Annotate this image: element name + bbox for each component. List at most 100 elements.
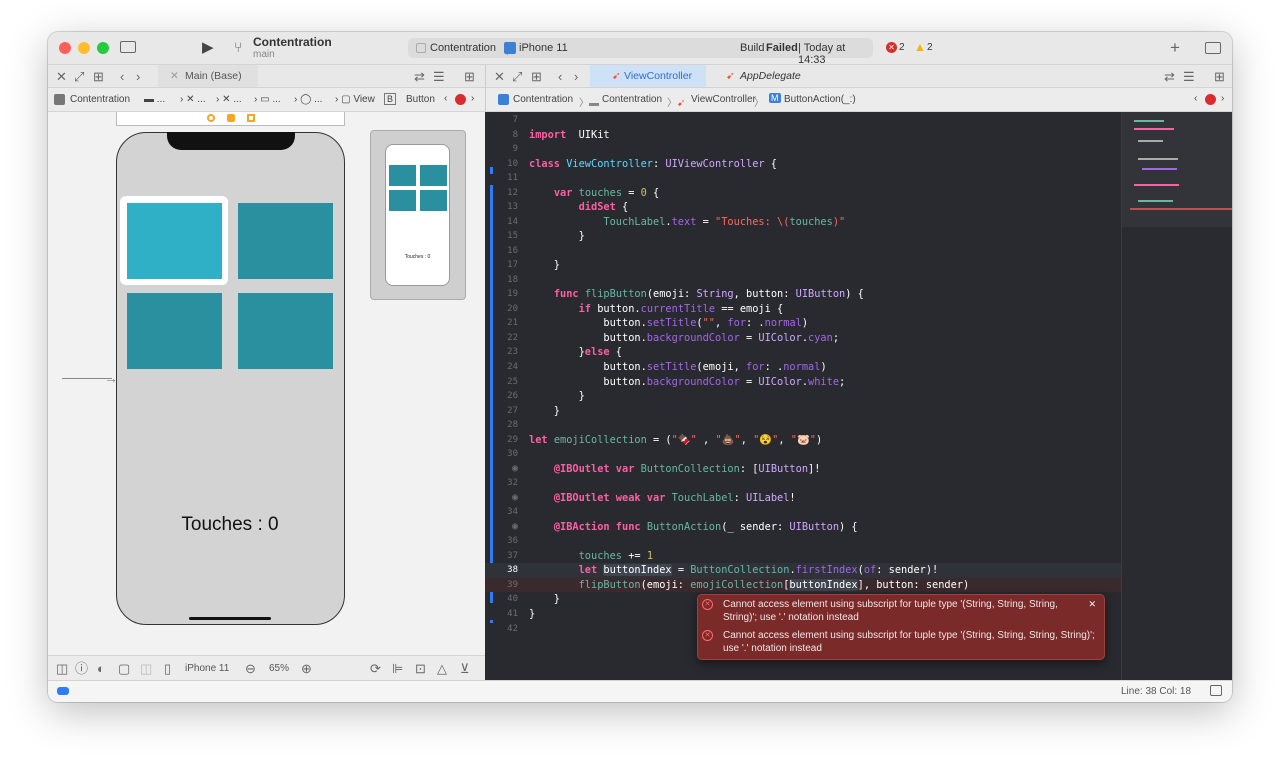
iphone-scene[interactable]: Touches : 0 [116,132,345,625]
resolve-issues-icon[interactable]: △ [437,662,447,675]
navigator-toggle-icon[interactable] [120,41,136,53]
crumb-folder[interactable]: Contentration [602,94,662,105]
error-message[interactable]: ✕ Cannot access element using subscript … [702,630,1102,655]
code-line[interactable]: 17 } [485,258,1121,273]
code-line[interactable]: 19 func flipButton(emoji: String, button… [485,287,1121,302]
device-name[interactable]: iPhone 11 [519,42,568,54]
crumb-folder[interactable]: ... [157,94,165,105]
code-line[interactable]: 8 import UIKit [485,128,1121,143]
card-button-1[interactable] [127,203,222,279]
appearance-icon[interactable]: ◐ [97,662,105,675]
code-line[interactable]: 16 [485,244,1121,259]
update-frames-icon[interactable]: ⟳ [370,662,381,675]
tab-main-storyboard[interactable]: ✕ Main (Base) [158,65,258,87]
document-outline-icon[interactable]: ◫ [56,662,68,675]
related-items-icon[interactable]: ⇄ [1164,70,1175,83]
crumb-file[interactable]: ViewController [691,94,756,105]
code-line[interactable]: 29 let emojiCollection = ("🍫" , "💩", "😵",… [485,433,1121,448]
crumb-safe-area[interactable]: ... [314,94,322,105]
crumb-scene[interactable]: ... [197,94,205,105]
code-line[interactable]: ◉ @IBOutlet var ButtonCollection: [UIBut… [485,462,1121,477]
code-line[interactable]: 25 button.backgroundColor = UIColor.whit… [485,375,1121,390]
device-selector[interactable]: iPhone 11 [185,663,229,674]
forward-icon[interactable]: › [136,70,140,83]
code-line[interactable]: 10 class ViewController: UIViewController… [485,157,1121,172]
minimap[interactable] [1121,112,1232,680]
crumb-project[interactable]: Contentration [70,94,130,105]
first-responder-icon[interactable] [207,114,215,122]
code-line[interactable]: ◉ @IBAction func ButtonAction(_ sender: … [485,520,1121,535]
exit-icon[interactable] [247,114,255,122]
prev-issue-icon[interactable]: ‹ [1194,93,1197,104]
next-issue-icon[interactable]: › [471,93,474,104]
code-line[interactable]: 34 [485,505,1121,520]
error-icon[interactable] [455,94,466,105]
embed-in-icon[interactable]: ⊻ [460,662,470,675]
warning-icon[interactable]: ▲ [914,40,926,54]
expand-icon[interactable]: ⤢ [512,70,522,83]
split-editor-icon[interactable]: ⊞ [1214,70,1225,83]
close-icon[interactable]: ✕ [56,70,67,83]
touches-label[interactable]: Touches : 0 [117,514,343,536]
code-line[interactable]: ◉ @IBOutlet weak var TouchLabel: UILabel… [485,491,1121,506]
split-editor-icon[interactable]: ⊞ [464,70,475,83]
crumb-view[interactable]: View [353,94,375,105]
next-issue-icon[interactable]: › [1221,93,1224,104]
crumb-method[interactable]: ButtonAction(_:) [784,94,856,105]
close-icon[interactable]: ✕ [494,70,505,83]
device-icon[interactable]: ▯ [164,662,171,675]
crumb-button[interactable]: Button [406,94,435,105]
warning-count[interactable]: 2 [927,42,933,53]
code-line[interactable]: 9 [485,142,1121,157]
error-message[interactable]: ✕ Cannot access element using subscript … [702,599,1082,624]
orientation-icon[interactable]: ▢ [118,662,130,675]
code-line[interactable]: 38 let buttonIndex = ButtonCollection.fi… [485,563,1121,578]
error-count[interactable]: 2 [899,42,905,53]
code-line[interactable]: 20 if button.currentTitle == emoji { [485,302,1121,317]
code-line[interactable]: 14 TouchLabel.text = "Touches: \(touches… [485,215,1121,230]
run-button[interactable]: ▶ [202,40,214,55]
code-line[interactable]: 21 button.setTitle("", for: .normal) [485,316,1121,331]
connection-circle-icon[interactable]: ◉ [485,462,518,477]
related-items-icon[interactable]: ⇄ [414,70,425,83]
tab-viewcontroller[interactable]: ➹ ViewController [590,65,706,87]
connection-circle-icon[interactable]: ◉ [485,491,518,506]
error-popover[interactable]: ✕ ✕ Cannot access element using subscrip… [697,594,1105,660]
close-error-icon[interactable]: ✕ [1088,599,1096,610]
inspector-toggle-icon[interactable] [1205,42,1221,54]
code-line[interactable]: 15 } [485,229,1121,244]
zoom-in-icon[interactable]: ⊕ [301,662,312,675]
view-controller-icon[interactable] [227,114,235,122]
code-line[interactable]: 37 touches += 1 [485,549,1121,564]
zoom-level[interactable]: 65% [269,663,289,674]
code-line[interactable]: 18 [485,273,1121,288]
minimize-window-button[interactable] [78,42,90,54]
adjust-editor-icon[interactable]: ☰ [433,70,445,83]
back-icon[interactable]: ‹ [558,70,562,83]
scheme-name[interactable]: Contentration [430,42,496,54]
zoom-out-icon[interactable]: ⊖ [245,662,256,675]
code-line[interactable]: 27 } [485,404,1121,419]
debug-area-toggle-icon[interactable] [57,687,69,695]
zoom-window-button[interactable] [97,42,109,54]
error-icon[interactable] [1205,94,1216,105]
code-line[interactable]: 28 [485,418,1121,433]
forward-icon[interactable]: › [574,70,578,83]
crumb-controller[interactable]: ... [233,94,241,105]
accessibility-icon[interactable]: ⓘ [75,662,88,675]
hide-debug-icon[interactable] [1210,685,1222,696]
split-view-icon[interactable]: ◫ [140,662,152,675]
card-button-2[interactable] [238,203,333,279]
add-constraints-icon[interactable]: ⊡ [415,662,426,675]
prev-issue-icon[interactable]: ‹ [444,93,447,104]
adjust-editor-icon[interactable]: ☰ [1183,70,1195,83]
connection-circle-icon[interactable]: ◉ [485,520,518,535]
grid-icon[interactable]: ⊞ [93,70,104,83]
crumb-view-controller[interactable]: ... [272,94,280,105]
code-line[interactable]: 24 button.setTitle(emoji, for: .normal) [485,360,1121,375]
crumb-project[interactable]: Contentration [513,94,573,105]
code-line[interactable]: 7 [485,113,1121,128]
code-line[interactable]: 23 }else { [485,345,1121,360]
code-line[interactable]: 32 [485,476,1121,491]
activity-view[interactable]: Contentration 〉 iPhone 11 Build Failed |… [408,38,873,66]
